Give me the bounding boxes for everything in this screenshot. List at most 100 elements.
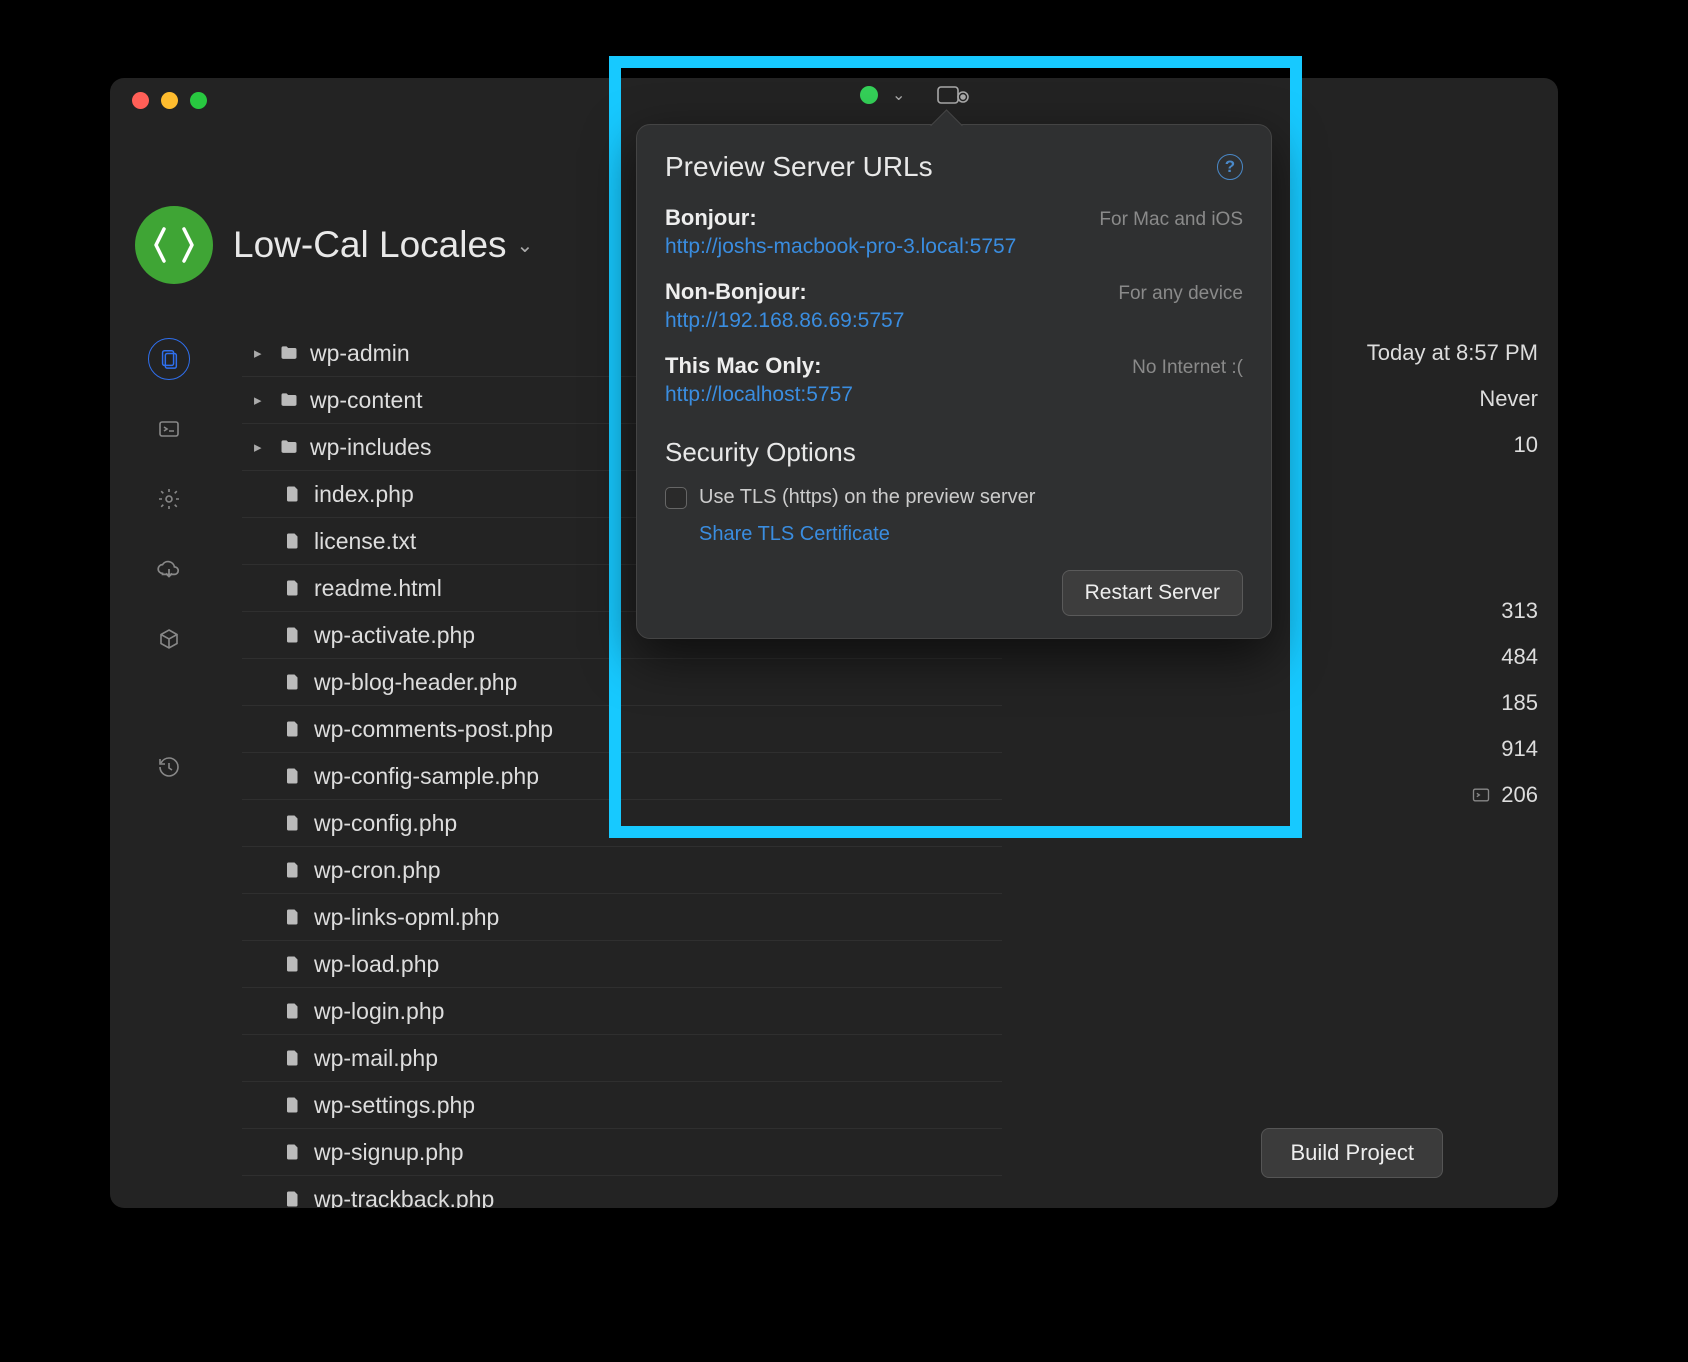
file-row[interactable]: wp-links-opml.php [242,894,1002,941]
file-name: wp-login.php [314,998,444,1025]
folder-icon [278,342,300,364]
file-row[interactable]: wp-config.php [242,800,1002,847]
file-row[interactable]: wp-blog-header.php [242,659,1002,706]
file-icon [282,1000,304,1022]
info-stat-value: 206 [1501,782,1538,808]
local-note: No Internet :( [1132,357,1243,379]
file-icon [282,483,304,505]
bonjour-label: Bonjour: [665,205,757,231]
local-url-link[interactable]: http://localhost:5757 [665,383,853,406]
file-name: wp-signup.php [314,1139,464,1166]
folder-name: wp-includes [310,434,431,461]
info-modified: Today at 8:57 PM [1228,330,1538,376]
build-project-button[interactable]: Build Project [1261,1128,1443,1178]
window-controls [132,92,207,109]
terminal-small-icon [1471,785,1491,805]
nonbonjour-label: Non-Bonjour: [665,279,807,305]
tls-checkbox-row[interactable]: Use TLS (https) on the preview server [665,486,1243,509]
popover-title: Preview Server URLs [665,151,933,183]
file-name: wp-config-sample.php [314,763,539,790]
rail-settings-icon[interactable] [148,478,190,520]
file-row[interactable]: wp-trackback.php [242,1176,1002,1208]
bonjour-note: For Mac and iOS [1099,209,1243,231]
minimize-window-button[interactable] [161,92,178,109]
file-icon [282,812,304,834]
file-name: wp-comments-post.php [314,716,553,743]
restart-server-button[interactable]: Restart Server [1062,570,1243,616]
file-icon [282,530,304,552]
bonjour-url-link[interactable]: http://joshs-macbook-pro-3.local:5757 [665,235,1016,258]
file-row[interactable]: wp-mail.php [242,1035,1002,1082]
sidebar-rail [145,338,193,788]
file-icon [282,577,304,599]
fullscreen-window-button[interactable] [190,92,207,109]
folder-icon [278,389,300,411]
rail-files-icon[interactable] [148,338,190,380]
info-count: 10 [1228,422,1538,468]
file-icon [282,1094,304,1116]
folder-name: wp-content [310,387,423,414]
project-title-dropdown[interactable]: Low-Cal Locales ⌄ [233,224,533,266]
close-window-button[interactable] [132,92,149,109]
info-panel: Today at 8:57 PM Never 10 313 484 185 91… [1228,330,1538,818]
file-icon [282,1188,304,1208]
file-row[interactable]: wp-signup.php [242,1129,1002,1176]
file-name: wp-settings.php [314,1092,475,1119]
file-name: wp-mail.php [314,1045,438,1072]
file-icon [282,953,304,975]
file-row[interactable]: wp-config-sample.php [242,753,1002,800]
file-icon [282,1047,304,1069]
file-row[interactable]: wp-comments-post.php [242,706,1002,753]
file-icon [282,1141,304,1163]
rail-terminal-icon[interactable] [148,408,190,450]
checkbox-icon[interactable] [665,487,687,509]
file-icon [282,718,304,740]
file-name: wp-cron.php [314,857,441,884]
nonbonjour-url-link[interactable]: http://192.168.86.69:5757 [665,309,904,332]
info-stat: 313 [1228,588,1538,634]
file-row[interactable]: wp-login.php [242,988,1002,1035]
file-icon [282,765,304,787]
tls-label: Use TLS (https) on the preview server [699,486,1035,509]
file-name: license.txt [314,528,416,555]
file-name: wp-load.php [314,951,439,978]
preview-server-popover: Preview Server URLs ? Bonjour: For Mac a… [636,124,1272,639]
help-icon[interactable]: ? [1217,154,1243,180]
info-stat: 484 [1228,634,1538,680]
file-row[interactable]: wp-load.php [242,941,1002,988]
file-icon [282,671,304,693]
rail-history-icon[interactable] [148,746,190,788]
file-name: readme.html [314,575,442,602]
folder-icon [278,436,300,458]
chevron-down-icon: ⌄ [517,233,534,258]
info-never: Never [1228,376,1538,422]
file-name: wp-trackback.php [314,1186,494,1209]
file-name: index.php [314,481,414,508]
local-label: This Mac Only: [665,353,821,379]
server-status-indicator[interactable]: ⌄ [860,84,971,106]
folder-name: wp-admin [310,340,410,367]
info-stat: 914 [1228,726,1538,772]
file-name: wp-links-opml.php [314,904,499,931]
share-tls-link[interactable]: Share TLS Certificate [699,523,1243,546]
file-name: wp-blog-header.php [314,669,517,696]
file-icon [282,906,304,928]
nonbonjour-note: For any device [1118,283,1243,305]
file-name: wp-activate.php [314,622,475,649]
rail-cloud-icon[interactable] [148,548,190,590]
chevron-down-icon: ⌄ [892,85,905,105]
file-icon [282,859,304,881]
file-icon [282,624,304,646]
file-name: wp-config.php [314,810,457,837]
project-title-text: Low-Cal Locales [233,224,507,266]
file-row[interactable]: wp-cron.php [242,847,1002,894]
file-row[interactable]: wp-settings.php [242,1082,1002,1129]
info-stat: 206 [1228,772,1538,818]
preview-eye-icon[interactable] [937,84,971,106]
project-logo [135,206,213,284]
info-stat: 185 [1228,680,1538,726]
rail-package-icon[interactable] [148,618,190,660]
security-options-heading: Security Options [665,437,1243,468]
project-header: Low-Cal Locales ⌄ [135,206,533,284]
status-dot-green [860,86,878,104]
